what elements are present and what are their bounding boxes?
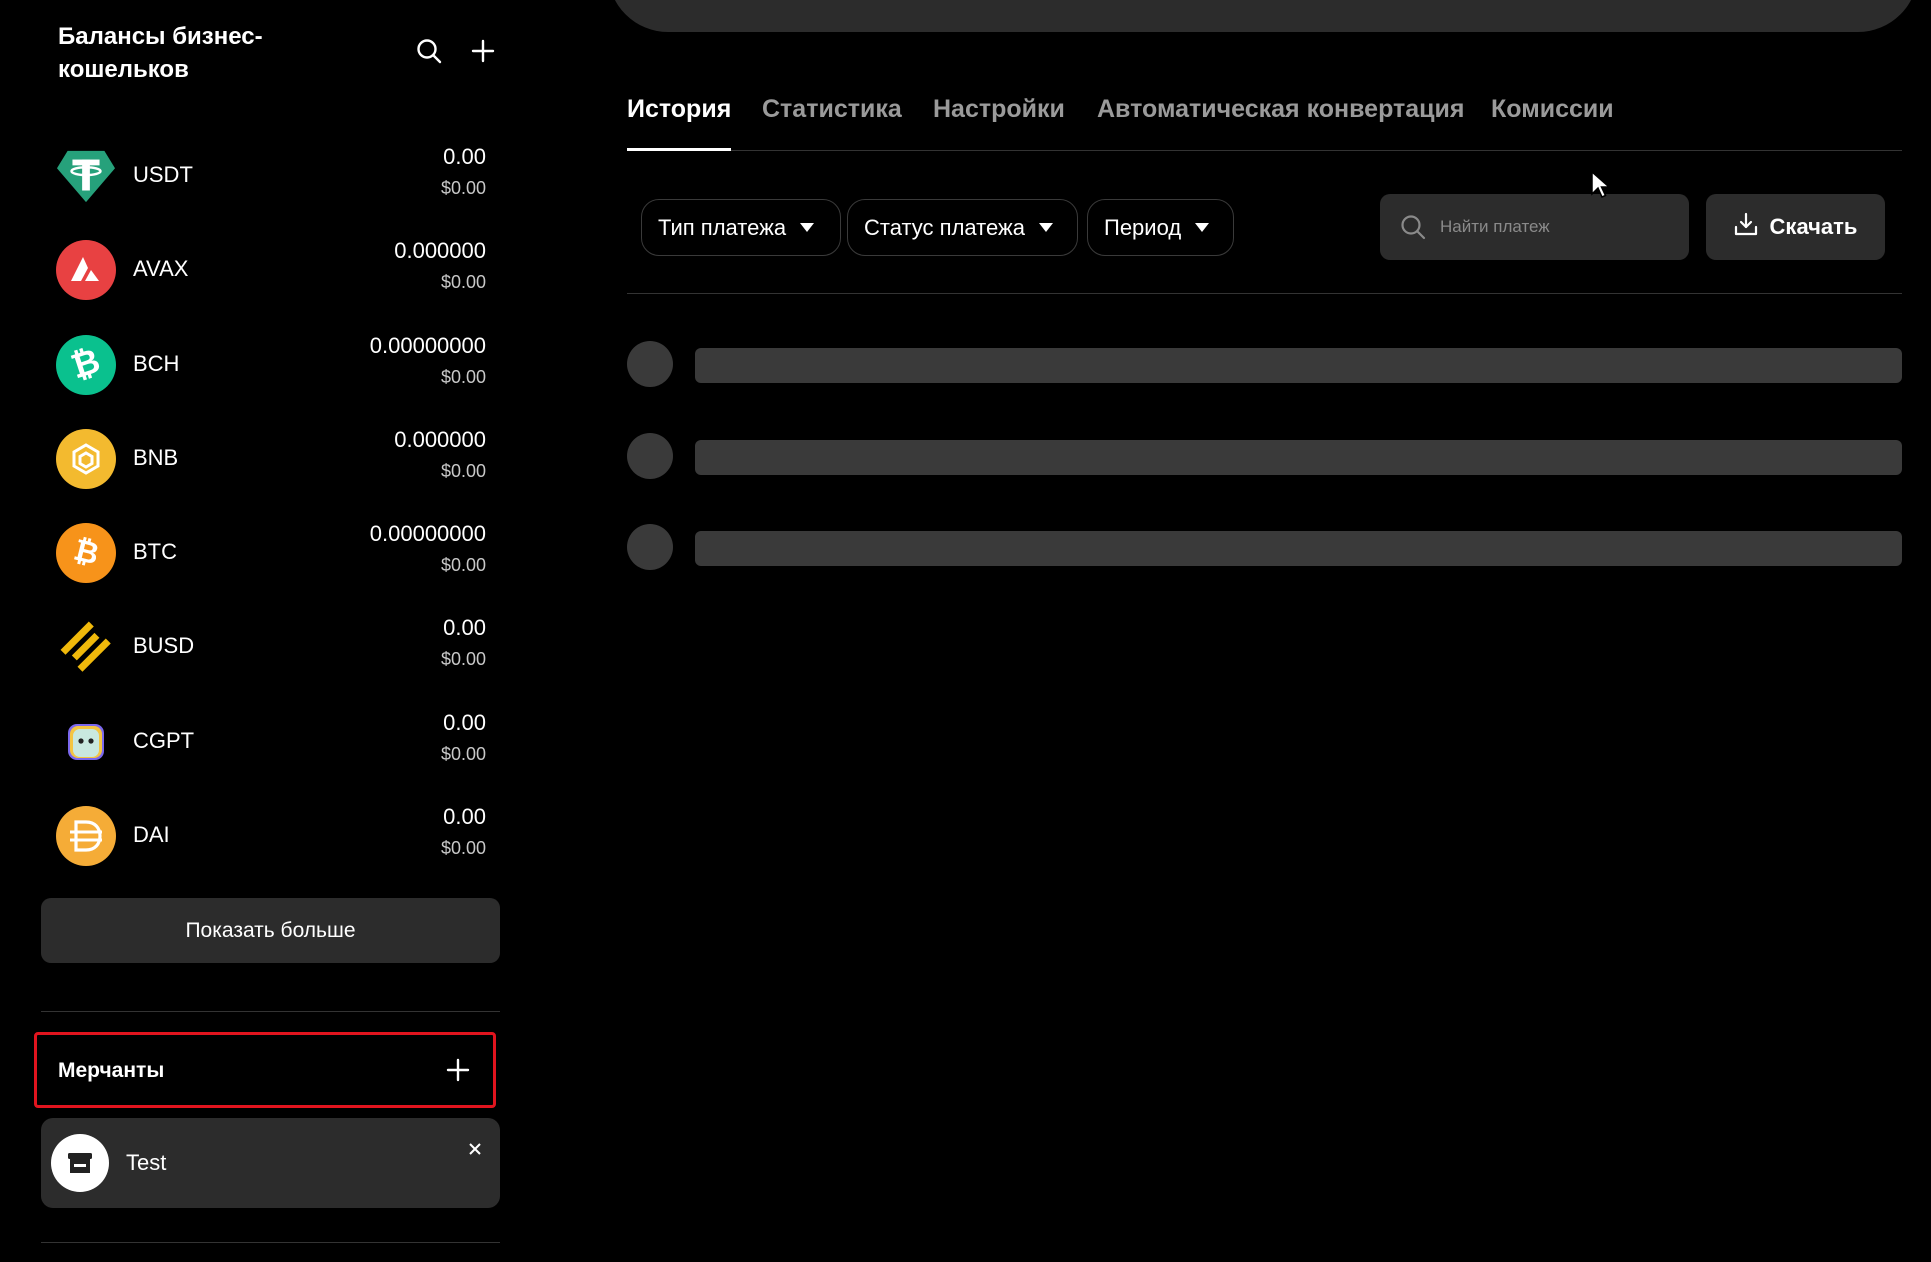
search-input[interactable] [1440,212,1670,242]
sidebar: Балансы бизнес-кошельков USDT 0.00 $0.00… [0,0,520,1262]
divider [627,293,1902,294]
sidebar-title: Балансы бизнес-кошельков [58,23,263,83]
coin-amount: 0.00000000 [369,332,486,358]
coin-row-busd[interactable]: BUSD 0.00 $0.00 [56,609,486,703]
coin-usd-value: $0.00 [440,555,486,576]
payment-status-filter[interactable]: Статус платежа [847,199,1078,256]
skeleton-bar [695,440,1902,475]
show-more-button[interactable]: Показать больше [41,898,500,963]
payment-search [1380,194,1689,260]
tab-statistics[interactable]: Статистика [762,95,902,150]
coin-usd-value: $0.00 [440,178,486,198]
skeleton-row [627,341,1902,389]
skeleton-avatar [627,433,673,479]
coin-amount: 0.00 [443,615,486,641]
coin-usd-value: $0.00 [440,743,486,764]
busd-icon [56,617,116,677]
close-icon[interactable] [468,1142,482,1161]
coin-amount: 0.00000000 [369,521,486,547]
coin-row-usdt[interactable]: USDT 0.00 $0.00 [56,138,486,232]
merchant-card[interactable]: Test [41,1118,500,1208]
caret-down-icon [1038,223,1053,232]
search-icon[interactable] [414,36,444,66]
skeleton-bar [695,531,1902,566]
coin-name: DAI [133,822,170,848]
mouse-cursor-icon [1590,170,1612,205]
divider [41,1242,500,1243]
tab-auto-conversion[interactable]: Автоматическая конвертация [1097,95,1464,150]
add-wallet-icon[interactable] [468,36,498,66]
coin-name: USDT [133,162,193,187]
coin-name: BTC [133,539,177,565]
tether-icon [56,146,116,206]
coin-usd-value: $0.00 [440,649,486,670]
coin-amount: 0.000000 [394,426,486,452]
cgpt-icon [56,712,116,772]
sidebar-header: Балансы бизнес-кошельков [58,20,498,90]
coin-usd-value: $0.00 [440,272,486,293]
skeleton-avatar [627,524,673,570]
coin-list: USDT 0.00 $0.00 AVAX 0.000000 $0.00 ₿ BC… [56,138,486,892]
skeleton-row [627,524,1902,572]
coin-row-dai[interactable]: DAI 0.00 $0.00 [56,798,486,892]
coin-name: CGPT [133,727,195,753]
merchants-title: Мерчанты [58,1059,165,1082]
coin-usd-value: $0.00 [440,838,486,859]
tab-settings[interactable]: Настройки [933,95,1065,150]
download-label: Скачать [1769,214,1858,239]
coin-amount: 0.00 [443,144,486,169]
payment-type-filter[interactable]: Тип платежа [641,199,841,256]
coin-row-btc[interactable]: ₿ BTC 0.00000000 $0.00 [56,515,486,609]
coin-amount: 0.000000 [394,238,486,264]
coin-name: BCH [133,350,180,376]
filter-label: Период [1104,214,1182,240]
coin-name: BNB [133,444,179,470]
store-icon [51,1134,109,1192]
filter-label: Тип платежа [658,214,787,240]
tab-bar: История Статистика Настройки Автоматичес… [627,95,1902,151]
search-icon [1400,214,1426,245]
add-merchant-icon[interactable] [443,1055,473,1085]
bnb-icon [56,428,116,489]
coin-row-bch[interactable]: ₿ BCH 0.00000000 $0.00 [56,327,486,421]
skeleton-row [627,433,1902,481]
tab-history[interactable]: История [627,95,732,151]
bitcoin-icon: ₿ [56,523,116,584]
dai-icon [56,806,116,867]
coin-amount: 0.00 [443,709,486,735]
coin-row-cgpt[interactable]: CGPT 0.00 $0.00 [56,704,486,798]
bitcoin-cash-icon: ₿ [56,334,116,395]
top-banner [608,0,1918,32]
coin-name: BUSD [133,633,195,659]
divider [41,1011,500,1012]
coin-row-bnb[interactable]: BNB 0.000000 $0.00 [56,421,486,515]
avalanche-icon [56,240,116,301]
caret-down-icon [1195,223,1210,232]
skeleton-bar [695,348,1902,383]
caret-down-icon [800,223,815,232]
coin-row-avax[interactable]: AVAX 0.000000 $0.00 [56,232,486,326]
sidebar-actions [414,36,498,66]
coin-name: AVAX [133,256,189,282]
tab-commissions[interactable]: Комиссии [1491,95,1614,150]
download-icon [1734,212,1758,242]
coin-amount: 0.00 [443,804,486,830]
merchants-header: Мерчанты [34,1032,496,1108]
period-filter[interactable]: Период [1087,199,1234,256]
skeleton-avatar [627,341,673,387]
merchant-name: Test [126,1150,167,1175]
coin-usd-value: $0.00 [440,460,486,481]
coin-usd-value: $0.00 [440,366,486,387]
download-button[interactable]: Скачать [1706,194,1885,260]
filter-label: Статус платежа [864,214,1025,240]
